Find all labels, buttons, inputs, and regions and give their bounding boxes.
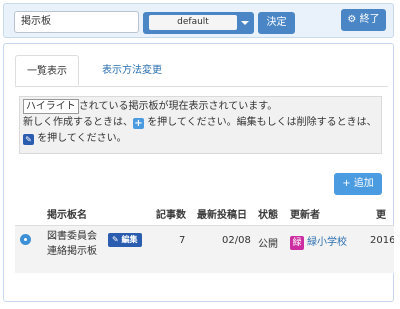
column-status: 状態 bbox=[258, 210, 278, 221]
edit-button[interactable]: ✎ 編集 bbox=[108, 233, 142, 247]
decide-button[interactable]: 決定 bbox=[258, 12, 295, 34]
info-message: ハイライト されている掲示板が現在表示されています。 新しく作成するときは、+ を… bbox=[19, 96, 382, 154]
add-button[interactable]: + 追加 bbox=[334, 173, 382, 195]
plus-icon: + bbox=[342, 178, 351, 189]
edit-icon: ✎ bbox=[23, 134, 34, 145]
column-updater: 更新者 bbox=[290, 210, 320, 221]
column-updated: 更 bbox=[376, 210, 386, 221]
table-row[interactable]: 図書委員会連絡掲示板 ✎ 編集 7 02/08 公開 緑緑小学校 2016/ bbox=[15, 226, 394, 273]
info-line-2b: を押してください。編集もしくは削除するときは、 bbox=[147, 117, 377, 128]
info-line-1: されている掲示板が現在表示されています。 bbox=[78, 101, 278, 112]
user-badge: 緑 bbox=[290, 236, 304, 250]
table-header: 掲示板名 記事数 最新投稿日 状態 更新者 更 bbox=[15, 201, 394, 227]
plus-icon: + bbox=[133, 118, 144, 129]
tab-display-settings[interactable]: 表示方法変更 bbox=[91, 55, 173, 86]
updater-cell: 緑緑小学校 bbox=[290, 233, 347, 250]
column-latest-post: 最新投稿日 bbox=[197, 210, 247, 221]
latest-post-cell: 02/08 bbox=[222, 235, 251, 246]
article-count-cell: 7 bbox=[179, 235, 186, 246]
exit-button[interactable]: ⚙ 終了 bbox=[341, 9, 386, 31]
column-article-count: 記事数 bbox=[156, 210, 186, 221]
frame-style-value: default bbox=[149, 15, 237, 30]
info-line-2a: 新しく作成するときは、 bbox=[23, 117, 133, 128]
status-cell: 公開 bbox=[258, 239, 278, 250]
tab-bar: 一覧表示 表示方法変更 bbox=[15, 55, 388, 87]
updater-link[interactable]: 緑小学校 bbox=[307, 237, 347, 248]
board-name-input[interactable]: 掲示板 bbox=[14, 11, 139, 33]
updated-cell: 2016/ bbox=[370, 235, 394, 246]
chevron-down-icon bbox=[241, 21, 249, 25]
info-line-3: を押してください。 bbox=[37, 133, 127, 144]
edit-icon: ✎ bbox=[112, 235, 119, 244]
highlight-sample: ハイライト bbox=[23, 99, 79, 114]
frame-style-select[interactable]: default bbox=[143, 12, 254, 34]
board-select-radio[interactable] bbox=[20, 234, 31, 245]
gear-icon: ⚙ bbox=[347, 14, 357, 25]
column-board-name: 掲示板名 bbox=[47, 210, 87, 221]
tab-list-view[interactable]: 一覧表示 bbox=[15, 55, 79, 86]
add-button-label: 追加 bbox=[353, 178, 374, 189]
edit-button-label: 編集 bbox=[121, 235, 138, 244]
exit-button-label: 終了 bbox=[359, 14, 380, 25]
board-name-cell: 図書委員会連絡掲示板 bbox=[47, 231, 97, 257]
